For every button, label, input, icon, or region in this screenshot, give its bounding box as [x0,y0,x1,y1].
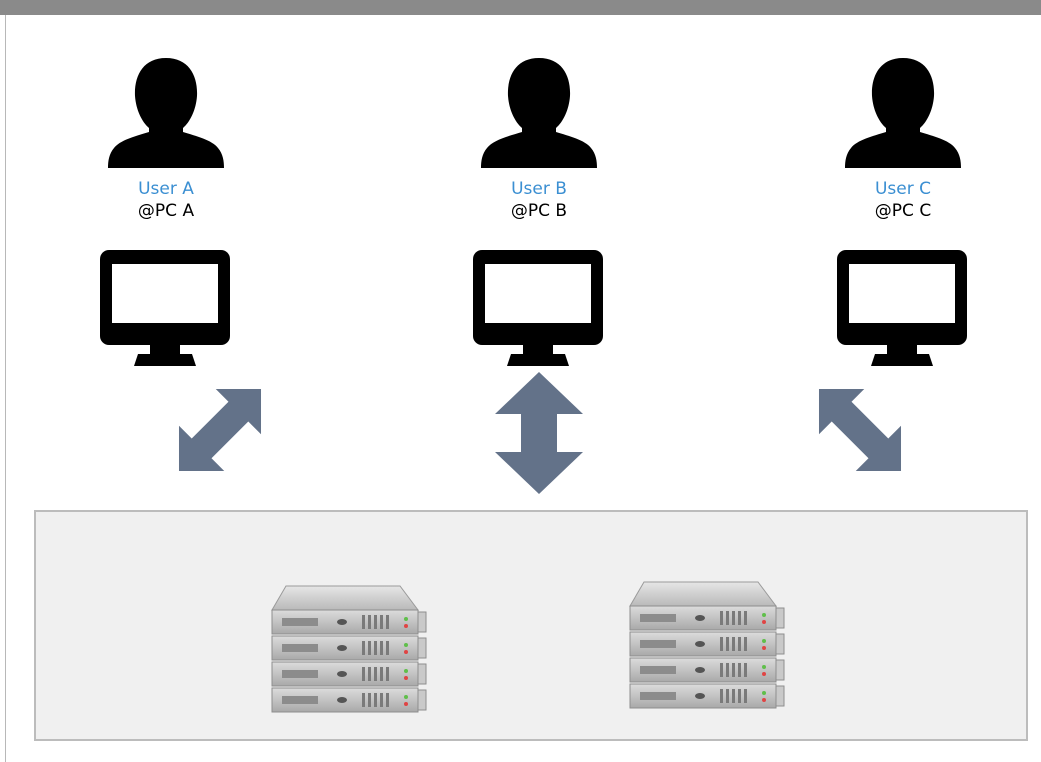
server-area [34,510,1028,741]
double-arrow-vertical-icon [495,372,583,494]
monitor-icon [837,250,967,366]
user-b-column: User B @PC B [459,58,619,378]
user-silhouette-icon [845,58,961,168]
pc-name: @PC A [137,201,195,221]
left-border-line [5,15,6,762]
server-rack-icon [271,585,427,713]
double-arrow-diagonal-icon [818,388,902,472]
user-c-column: User C @PC C [823,58,983,378]
double-arrow-diagonal-icon [178,388,262,472]
user-name: User C [874,179,932,199]
user-a-column: User A @PC A [86,58,246,378]
user-name: User A [138,179,194,199]
top-bar [0,0,1041,15]
user-name: User B [511,179,567,199]
user-silhouette-icon [481,58,597,168]
user-silhouette-icon [108,58,224,168]
monitor-icon [100,250,230,366]
pc-name: @PC B [510,201,568,221]
server-rack-icon [629,581,785,709]
monitor-icon [473,250,603,366]
pc-name: @PC C [874,201,932,221]
